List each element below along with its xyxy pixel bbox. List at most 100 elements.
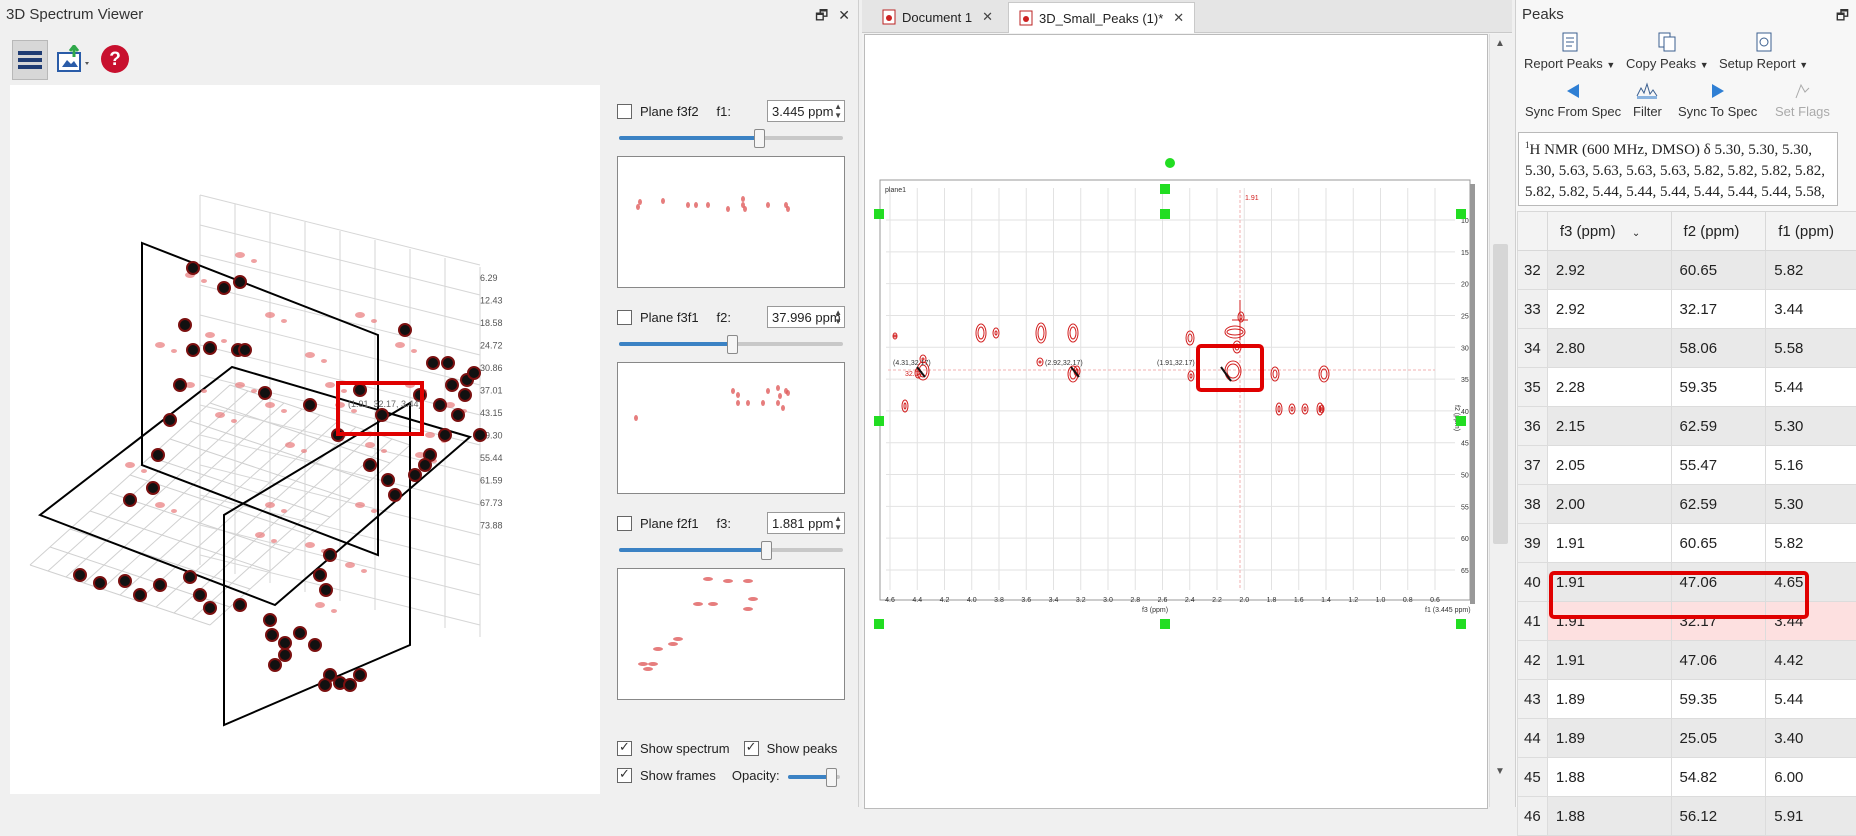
cell-f1: 6.00 — [1766, 758, 1856, 797]
table-row[interactable]: 342.8058.065.58 — [1518, 329, 1856, 368]
axis-tick-label: 37.01 — [480, 386, 503, 396]
close-tab-icon[interactable]: ✕ — [1173, 10, 1184, 26]
cell-f2: 56.12 — [1671, 797, 1766, 836]
slider-thumb[interactable] — [826, 768, 837, 787]
plane-f3f1-slider[interactable] — [617, 332, 845, 354]
row-index: 37 — [1518, 446, 1548, 485]
x-tick-label: 3.4 — [1049, 597, 1059, 604]
axis-tick-label: 18.58 — [480, 318, 503, 328]
show-peaks-checkbox[interactable] — [744, 741, 759, 756]
report-peaks-button[interactable]: Report Peaks ▼ — [1524, 32, 1615, 71]
table-row[interactable]: 352.2859.355.44 — [1518, 368, 1856, 407]
close-tab-icon[interactable]: ✕ — [982, 9, 993, 25]
plane-f2f1-checkbox[interactable] — [617, 516, 632, 531]
table-row[interactable]: 332.9232.173.44 — [1518, 290, 1856, 329]
scroll-down-icon[interactable]: ▼ — [1495, 766, 1505, 777]
plane-f3f2-slider[interactable] — [617, 126, 845, 148]
y-tick-label: 30 — [1461, 345, 1469, 352]
table-row[interactable]: 421.9147.064.42 — [1518, 641, 1856, 680]
filter-button[interactable]: Filter — [1633, 82, 1662, 119]
column-header-f1[interactable]: f1 (ppm) — [1766, 212, 1856, 251]
setup-report-button[interactable]: Setup Report ▼ — [1719, 32, 1808, 71]
plane-f3f1-spinbox[interactable]: 37.996 ppm▲▼ — [767, 306, 845, 328]
2d-spectrum-plot[interactable]: 4.64.44.24.03.83.63.43.23.02.82.62.42.22… — [865, 35, 1487, 808]
table-row[interactable]: 431.8959.355.44 — [1518, 680, 1856, 719]
peak-marker — [446, 379, 458, 391]
peak-marker — [204, 342, 216, 354]
row-index: 35 — [1518, 368, 1548, 407]
spectrum-signal — [425, 432, 435, 438]
copy-peaks-icon — [1658, 32, 1676, 52]
table-row[interactable]: 461.8856.125.91 — [1518, 797, 1856, 836]
spin-arrows-icon[interactable]: ▲▼ — [834, 102, 842, 120]
tab-3d-small-peaks[interactable]: 3D_Small_Peaks (1)* ✕ — [1008, 2, 1195, 33]
table-row[interactable]: 441.8925.053.40 — [1518, 719, 1856, 758]
table-row[interactable]: 362.1562.595.30 — [1518, 407, 1856, 446]
peaks-table[interactable]: f3 (ppm) ⌄ f2 (ppm) f1 (ppm) 322.9260.65… — [1517, 211, 1856, 836]
scroll-thumb[interactable] — [1493, 244, 1508, 544]
float-icon[interactable]: 🗗 — [1836, 7, 1849, 23]
spectrum-signal — [271, 539, 277, 543]
copy-peaks-button[interactable]: Copy Peaks ▼ — [1626, 32, 1709, 71]
peak-marker — [194, 589, 206, 601]
report-text[interactable]: 1H NMR (600 MHz, DMSO) δ 5.30, 5.30, 5.3… — [1518, 132, 1838, 206]
float-icon[interactable]: 🗗 — [815, 7, 828, 23]
plane-f2f1-slider[interactable] — [617, 538, 845, 560]
plane-f2f1-axis: f3: — [717, 516, 731, 531]
y-tick-label: 15 — [1461, 250, 1469, 257]
table-row[interactable]: 382.0062.595.30 — [1518, 485, 1856, 524]
sync-to-spec-button[interactable]: Sync To Spec — [1678, 82, 1757, 119]
show-frames-checkbox[interactable] — [617, 768, 632, 783]
table-row[interactable]: 391.9160.655.82 — [1518, 524, 1856, 563]
plane-frames — [40, 243, 470, 725]
document-icon — [1019, 10, 1033, 26]
menu-icon[interactable] — [12, 40, 48, 80]
peak-marker — [164, 414, 176, 426]
plane-group-f2f1: Plane f2f1 f3: 1.881 ppm▲▼ — [617, 508, 845, 700]
column-header-f2[interactable]: f2 (ppm) — [1671, 212, 1766, 251]
spectrum-signal — [255, 532, 265, 538]
peak-marker — [179, 319, 191, 331]
table-row[interactable]: 322.9260.655.82 — [1518, 251, 1856, 290]
plane-f3f2-spinbox[interactable]: 3.445 ppm▲▼ — [767, 100, 845, 122]
preview-signal — [776, 385, 780, 391]
axis-tick-label: 43.15 — [480, 408, 503, 418]
tab-document-1[interactable]: Document 1 ✕ — [872, 2, 1003, 32]
slider-thumb[interactable] — [754, 129, 765, 148]
slider-thumb[interactable] — [727, 335, 738, 354]
spectrum-signal — [155, 342, 165, 348]
panel-title: 3D Spectrum Viewer — [6, 6, 143, 23]
plane-f3f2-checkbox[interactable] — [617, 104, 632, 119]
peak-marker — [452, 409, 464, 421]
3d-spectrum-plot[interactable]: 6.2912.4318.5824.7230.8637.0143.1549.305… — [10, 85, 600, 794]
help-icon[interactable]: ? — [98, 40, 132, 78]
axis-tick-label: 30.86 — [480, 363, 503, 373]
row-index: 40 — [1518, 563, 1548, 602]
sync-from-spec-button[interactable]: Sync From Spec — [1525, 82, 1621, 119]
resize-handle — [874, 619, 884, 629]
export-icon[interactable] — [52, 40, 96, 78]
preview-signal — [736, 392, 740, 398]
slider-thumb[interactable] — [761, 541, 772, 560]
spin-arrows-icon[interactable]: ▲▼ — [834, 308, 842, 326]
x-axis-label: f3 (ppm) — [1142, 607, 1168, 614]
vertical-scrollbar[interactable]: ▲ ▼ — [1489, 34, 1512, 807]
scroll-up-icon[interactable]: ▲ — [1495, 38, 1505, 49]
close-icon[interactable]: ✕ — [838, 7, 850, 23]
peak-marker — [304, 399, 316, 411]
set-flags-button[interactable]: Set Flags — [1775, 82, 1830, 119]
table-row[interactable]: 372.0555.475.16 — [1518, 446, 1856, 485]
spectrum-canvas[interactable]: 4.64.44.24.03.83.63.43.23.02.82.62.42.22… — [864, 34, 1488, 809]
3d-plot-canvas[interactable]: 6.2912.4318.5824.7230.8637.0143.1549.305… — [10, 85, 600, 794]
opacity-slider[interactable] — [786, 765, 842, 787]
spin-value: 1.881 ppm — [772, 516, 833, 531]
plane-f3f1-checkbox[interactable] — [617, 310, 632, 325]
show-spectrum-checkbox[interactable] — [617, 741, 632, 756]
x-tick-label: 2.6 — [1158, 597, 1168, 604]
table-row[interactable]: 451.8854.826.00 — [1518, 758, 1856, 797]
column-header-f3[interactable]: f3 (ppm) ⌄ — [1547, 212, 1671, 251]
spin-arrows-icon[interactable]: ▲▼ — [834, 514, 842, 532]
peak-marker — [279, 649, 291, 661]
plane-f2f1-spinbox[interactable]: 1.881 ppm▲▼ — [767, 512, 845, 534]
y-tick-label: 50 — [1461, 473, 1469, 480]
